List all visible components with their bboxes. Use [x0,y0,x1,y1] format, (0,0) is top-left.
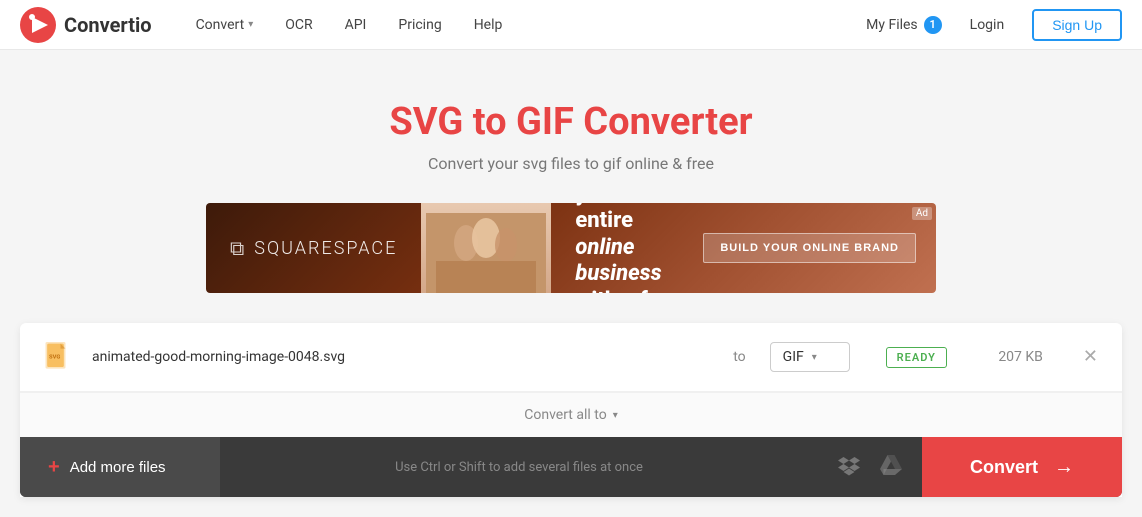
file-size: 207 KB [983,349,1043,365]
converter-panel: SVG animated-good-morning-image-0048.svg… [20,323,1122,497]
svg-file-icon: SVG [43,342,73,372]
logo-text: Convertio [64,13,152,37]
nav-item-pricing[interactable]: Pricing [384,9,455,41]
svg-text:SVG: SVG [49,355,60,361]
main-nav: Convert ▾ OCR API Pricing Help [182,9,867,41]
google-drive-icon[interactable] [880,454,902,481]
bottom-action-bar: + Add more files Use Ctrl or Shift to ad… [20,437,1122,497]
cloud-storage-icons [818,454,922,481]
ad-badge: Ad [912,207,932,220]
add-files-button[interactable]: + Add more files [20,437,220,497]
header-right: My Files 1 Login Sign Up [866,9,1122,41]
format-value: GIF [783,349,804,365]
my-files-button[interactable]: My Files 1 [866,16,942,34]
nav-item-ocr[interactable]: OCR [271,9,326,41]
logo[interactable]: Convertio [20,7,152,43]
squarespace-icon: ⧉ [230,236,244,260]
header: Convertio Convert ▾ OCR API Pricing Help… [0,0,1142,50]
dropbox-icon[interactable] [838,454,860,481]
arrow-right-icon: → [1054,456,1074,479]
ad-image [421,203,551,293]
page-subtitle: Convert your svg files to gif online & f… [20,154,1122,173]
ad-illustration [426,213,546,293]
nav-item-help[interactable]: Help [460,9,517,41]
to-label: to [733,349,745,365]
ad-cta-button[interactable]: BUILD YOUR ONLINE BRAND [703,233,916,263]
ad-image-placeholder [421,203,551,293]
remove-file-button[interactable]: ✕ [1079,344,1102,370]
file-name: animated-good-morning-image-0048.svg [92,349,709,365]
ad-banner: ⧉ SQUARESPACE Brand your entire online b… [206,203,936,293]
main-content: SVG to GIF Converter Convert your svg fi… [0,50,1142,497]
plus-icon: + [48,456,60,479]
chevron-down-icon: ▾ [248,19,253,30]
chevron-down-icon: ▾ [812,352,817,363]
convert-button[interactable]: Convert → [922,437,1122,497]
nav-item-api[interactable]: API [331,9,381,41]
signup-button[interactable]: Sign Up [1032,9,1122,41]
hero-section: SVG to GIF Converter Convert your svg fi… [0,50,1142,203]
nav-item-convert[interactable]: Convert ▾ [182,9,268,41]
ad-brand-name: SQUARESPACE [254,238,397,259]
logo-icon [20,7,56,43]
format-select[interactable]: GIF ▾ [770,342,850,372]
ad-brand: ⧉ SQUARESPACE [206,236,421,260]
file-icon: SVG [40,339,76,375]
ad-text: Brand your entire online business with a… [551,203,703,293]
my-files-badge: 1 [924,16,942,34]
convert-all-bar: Convert all to ▾ [20,392,1122,437]
drag-hint: Use Ctrl or Shift to add several files a… [220,460,818,475]
login-button[interactable]: Login [958,11,1017,39]
page-title: SVG to GIF Converter [20,100,1122,144]
chevron-down-icon: ▾ [613,410,618,421]
file-row: SVG animated-good-morning-image-0048.svg… [20,323,1122,392]
convert-all-button[interactable]: Convert all to ▾ [524,407,617,423]
status-badge: READY [886,347,947,368]
